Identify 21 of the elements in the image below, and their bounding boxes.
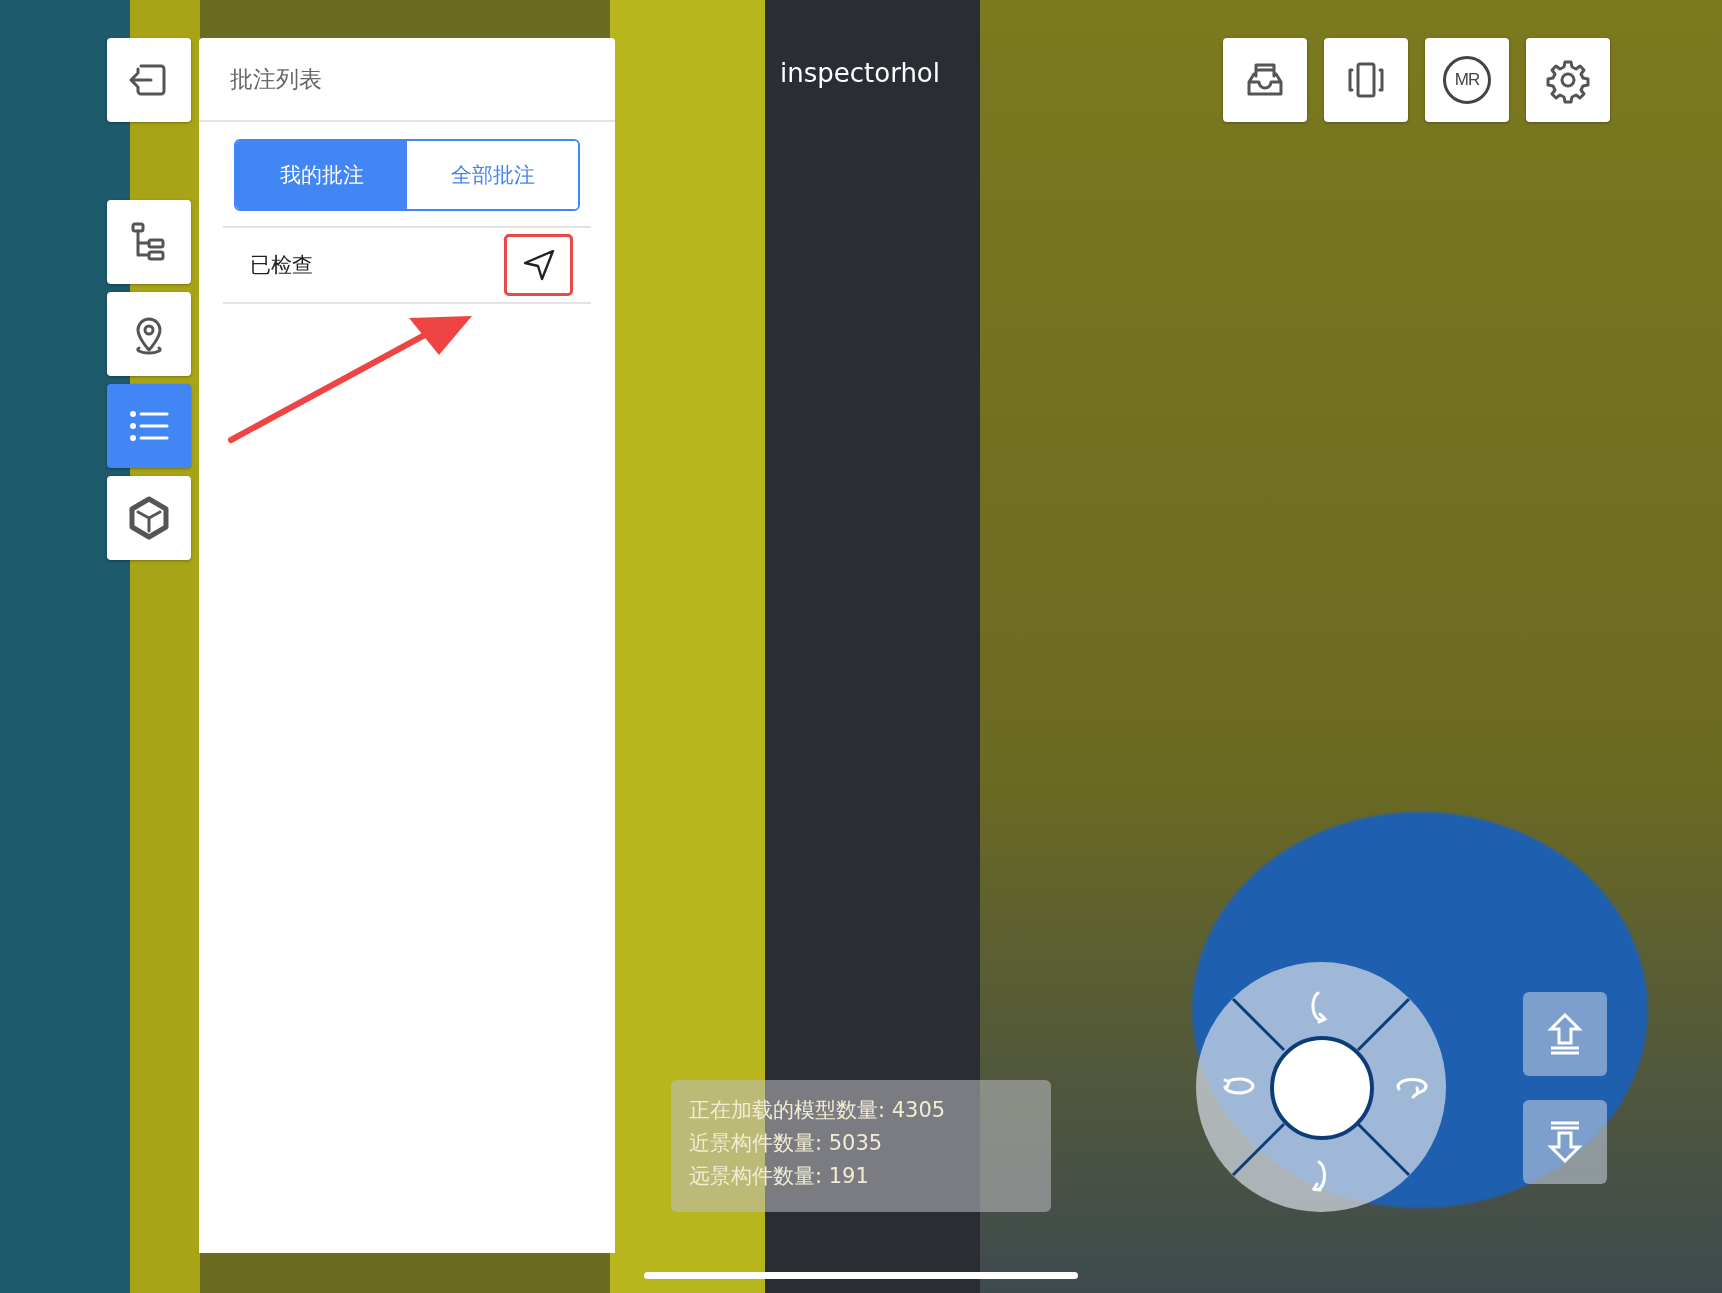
list-button[interactable] — [107, 384, 191, 468]
joystick-knob[interactable] — [1270, 1036, 1374, 1140]
navigation-arrow-icon — [521, 248, 556, 282]
tree-button[interactable] — [107, 200, 191, 284]
locate-button[interactable] — [504, 234, 573, 296]
arrow-up-icon — [1545, 1012, 1585, 1056]
username-label: inspectorhol — [780, 58, 940, 88]
exit-button[interactable] — [107, 38, 191, 122]
settings-button[interactable] — [1526, 38, 1610, 122]
inbox-button[interactable] — [1223, 38, 1307, 122]
tab[interactable]: 我的批注 — [236, 141, 407, 209]
move-up-button[interactable] — [1523, 992, 1607, 1076]
cube-button[interactable] — [107, 476, 191, 560]
location-button[interactable] — [107, 292, 191, 376]
arrow-down-icon — [1545, 1120, 1585, 1164]
panel-title: 批注列表 — [199, 38, 615, 122]
mr-button[interactable]: MR — [1425, 38, 1509, 122]
annotation-item-label[interactable]: 已检查 — [250, 251, 313, 279]
mr-icon: MR — [1443, 56, 1491, 104]
rotate-button[interactable] — [1324, 38, 1408, 122]
move-down-button[interactable] — [1523, 1100, 1607, 1184]
